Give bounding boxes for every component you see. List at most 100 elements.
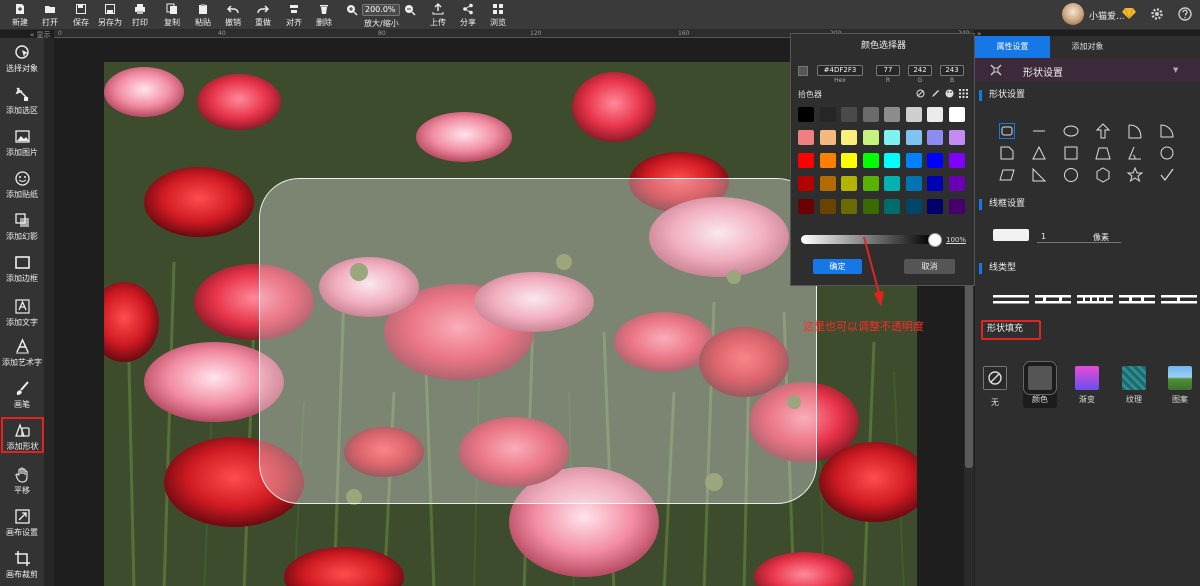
new-button[interactable]: 新建 <box>5 3 35 28</box>
color-swatch[interactable] <box>884 130 900 145</box>
tool-pan[interactable]: 平移 <box>0 462 44 496</box>
star-shape-icon[interactable] <box>1127 167 1143 183</box>
dotted-line-icon[interactable] <box>1077 292 1113 306</box>
tool-add-shape[interactable]: 添加形状 <box>1 417 44 453</box>
ellipse-shape-icon[interactable] <box>1063 123 1079 139</box>
tool-add-text[interactable]: 添加文字 <box>0 294 44 328</box>
color-swatch[interactable] <box>927 176 943 191</box>
trapezoid-shape-icon[interactable] <box>1095 145 1111 161</box>
checkmark-shape-icon[interactable] <box>1159 167 1175 183</box>
zoom-out-icon[interactable] <box>404 4 416 16</box>
angle-shape-icon[interactable] <box>1127 145 1143 161</box>
color-swatch[interactable] <box>819 107 836 122</box>
tab-add-object[interactable]: 添加对象 <box>1050 36 1125 58</box>
line-shape-icon[interactable] <box>1031 123 1047 139</box>
octagon-shape-icon[interactable] <box>1063 167 1079 183</box>
zoom-in-icon[interactable] <box>346 4 358 16</box>
color-swatch[interactable] <box>905 199 922 214</box>
color-swatch[interactable] <box>905 107 922 122</box>
translucent-rounded-rect-shape[interactable] <box>259 178 817 504</box>
triangle-shape-icon[interactable] <box>1031 145 1047 161</box>
share-button[interactable]: 分享 <box>453 3 483 28</box>
parallelogram-shape-icon[interactable] <box>999 167 1015 183</box>
tool-add-art-text[interactable]: 添加艺术字 <box>0 334 44 368</box>
tool-canvas-settings[interactable]: 画布设置 <box>0 504 44 538</box>
dash-dot-line-icon[interactable] <box>1119 292 1155 306</box>
tab-properties[interactable]: 属性设置 <box>975 36 1050 58</box>
circle-shape-icon[interactable] <box>1159 145 1175 161</box>
print-button[interactable]: 打印 <box>125 3 155 28</box>
g-input[interactable]: 242 <box>908 65 932 76</box>
color-swatch[interactable] <box>819 130 836 145</box>
color-swatch[interactable] <box>948 176 965 191</box>
long-dash-line-icon[interactable] <box>1161 292 1197 306</box>
color-swatch[interactable] <box>884 176 900 191</box>
fill-none-option[interactable]: 无 <box>978 362 1012 408</box>
align-button[interactable]: 对齐 <box>279 3 309 28</box>
color-swatch[interactable] <box>905 153 922 168</box>
border-color-swatch[interactable] <box>993 229 1029 241</box>
color-swatch[interactable] <box>862 176 879 191</box>
tool-add-phantom[interactable]: 添加幻影 <box>0 208 44 242</box>
color-swatch[interactable] <box>927 199 943 214</box>
help-icon[interactable] <box>1178 7 1192 21</box>
color-swatch[interactable] <box>927 107 943 122</box>
arrow-up-shape-icon[interactable] <box>1095 123 1111 139</box>
r-input[interactable]: 77 <box>876 65 900 76</box>
color-swatch[interactable] <box>948 130 965 145</box>
save-button[interactable]: 保存 <box>66 3 96 28</box>
color-swatch[interactable] <box>905 130 922 145</box>
browse-button[interactable]: 浏览 <box>483 3 513 28</box>
dashed-line-icon[interactable] <box>1035 292 1071 306</box>
gear-icon[interactable] <box>1150 7 1164 21</box>
color-swatch[interactable] <box>798 107 814 122</box>
redo-button[interactable]: 重做 <box>248 3 278 28</box>
chevron-down-icon[interactable]: ▼ <box>1173 66 1178 74</box>
color-swatch[interactable] <box>798 199 814 214</box>
square-shape-icon[interactable] <box>1063 145 1079 161</box>
color-swatch[interactable] <box>819 176 836 191</box>
color-swatch[interactable] <box>798 176 814 191</box>
color-swatch[interactable] <box>884 107 900 122</box>
color-swatch[interactable] <box>862 153 879 168</box>
color-swatch[interactable] <box>927 130 943 145</box>
color-swatch[interactable] <box>841 107 857 122</box>
tool-select-object[interactable]: 选择对象 <box>0 40 44 74</box>
color-swatch[interactable] <box>905 176 922 191</box>
no-color-icon[interactable] <box>916 89 925 98</box>
open-button[interactable]: 打开 <box>35 3 65 28</box>
undo-button[interactable]: 撤销 <box>218 3 248 28</box>
tool-canvas-crop[interactable]: 画布裁剪 <box>0 546 44 580</box>
color-swatch[interactable] <box>948 153 965 168</box>
color-swatch[interactable] <box>862 199 879 214</box>
save-as-button[interactable]: 另存为 <box>95 3 125 28</box>
tool-add-image[interactable]: 添加图片 <box>0 124 44 158</box>
confirm-button[interactable]: 确定 <box>813 259 862 274</box>
hexagon-shape-icon[interactable] <box>1095 167 1111 183</box>
quarter-circle-shape-icon[interactable] <box>1159 123 1175 139</box>
color-swatch[interactable] <box>798 130 814 145</box>
fill-pattern-option[interactable]: 图案 <box>1163 362 1197 405</box>
color-swatch[interactable] <box>884 199 900 214</box>
hex-input[interactable]: #4DF2F3 <box>817 65 863 76</box>
upload-button[interactable]: 上传 <box>423 3 453 28</box>
rounded-rect-shape-icon[interactable] <box>999 123 1015 139</box>
color-swatch[interactable] <box>819 153 836 168</box>
opacity-slider-handle[interactable] <box>928 233 942 247</box>
color-swatch[interactable] <box>841 176 857 191</box>
delete-button[interactable]: 删除 <box>309 3 339 28</box>
color-swatch[interactable] <box>884 153 900 168</box>
copy-button[interactable]: 复制 <box>157 3 187 28</box>
cancel-button[interactable]: 取消 <box>904 259 955 274</box>
color-swatch[interactable] <box>819 199 836 214</box>
solid-double-line-icon[interactable] <box>993 292 1029 306</box>
color-swatch[interactable] <box>841 199 857 214</box>
color-swatch[interactable] <box>798 153 814 168</box>
color-swatch[interactable] <box>841 130 857 145</box>
color-swatch[interactable] <box>862 130 879 145</box>
tool-add-selection[interactable]: 添加选区 <box>0 82 44 116</box>
fill-color-option[interactable]: 颜色 <box>1023 361 1057 408</box>
zoom-value-select[interactable]: 200.0% <box>362 4 400 16</box>
avatar[interactable] <box>1062 3 1084 25</box>
color-swatch[interactable] <box>927 153 943 168</box>
